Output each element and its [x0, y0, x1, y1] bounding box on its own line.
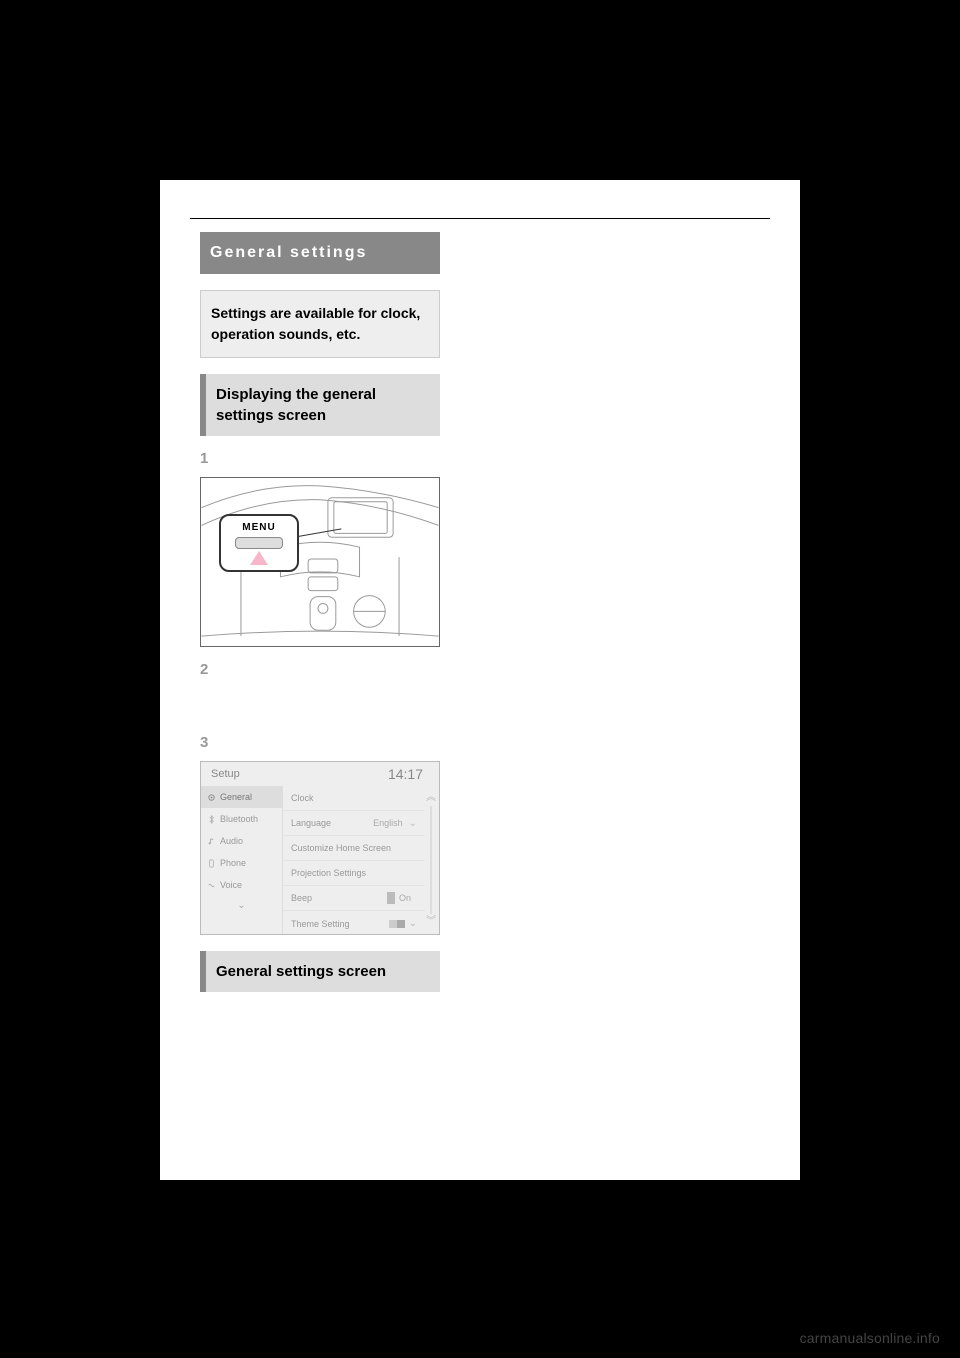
row-theme[interactable]: Theme Setting ⌄	[283, 911, 425, 936]
phone-icon	[207, 859, 216, 868]
scroll-down-icon[interactable]: ︾	[425, 916, 437, 928]
chevron-down-icon: ⌄	[237, 900, 245, 911]
sidebar-more[interactable]: ⌄	[201, 896, 282, 915]
scrollbar[interactable]: ︽ ︾	[425, 792, 437, 928]
page: General settings Settings are available …	[160, 180, 800, 1180]
subheading-displaying: Displaying the general settings screen	[200, 374, 440, 436]
setup-screen: Setup 14:17 General Bluetooth Audio Pho	[200, 761, 440, 935]
sidebar-label-phone: Phone	[220, 858, 246, 868]
setup-list: Clock Language English ⌄ Customize Home …	[283, 786, 425, 934]
step-1: 1	[200, 450, 440, 467]
row-label-beep: Beep	[291, 893, 387, 903]
step-2-number: 2	[200, 661, 212, 678]
setup-sidebar: General Bluetooth Audio Phone Voice	[201, 786, 283, 934]
intro-box: Settings are available for clock, operat…	[200, 290, 440, 358]
section-title: General settings	[200, 232, 440, 274]
menu-button-graphic	[235, 537, 283, 549]
row-value-beep: On	[399, 893, 411, 903]
beep-toggle[interactable]	[387, 892, 395, 904]
setup-screen-time: 14:17	[388, 766, 423, 782]
voice-icon	[207, 881, 216, 890]
gear-icon	[207, 793, 216, 802]
scroll-track	[430, 806, 432, 914]
sidebar-label-audio: Audio	[220, 836, 243, 846]
subheading-general-settings-screen: General settings screen	[200, 951, 440, 992]
watermark: carmanualsonline.info	[800, 1330, 940, 1346]
sidebar-item-phone[interactable]: Phone	[201, 852, 282, 874]
sidebar-item-general[interactable]: General	[201, 786, 282, 808]
step-1-number: 1	[200, 450, 212, 467]
row-label-projection: Projection Settings	[291, 868, 417, 878]
row-label-language: Language	[291, 818, 373, 828]
step-3-number: 3	[200, 734, 212, 751]
row-value-language: English	[373, 818, 403, 828]
row-clock[interactable]: Clock	[283, 786, 425, 811]
setup-screen-title: Setup	[211, 768, 240, 780]
row-label-theme: Theme Setting	[291, 919, 381, 929]
left-column: General settings Settings are available …	[200, 232, 440, 992]
sidebar-item-audio[interactable]: Audio	[201, 830, 282, 852]
sidebar-label-voice: Voice	[220, 880, 242, 890]
step-3: 3	[200, 734, 440, 751]
music-note-icon	[207, 837, 216, 846]
up-arrow-icon	[250, 551, 268, 565]
row-beep[interactable]: Beep On	[283, 886, 425, 911]
row-projection[interactable]: Projection Settings	[283, 861, 425, 886]
top-divider	[190, 218, 770, 219]
bluetooth-icon	[207, 815, 216, 824]
menu-button-label: MENU	[221, 522, 297, 533]
sidebar-label-bluetooth: Bluetooth	[220, 814, 258, 824]
sidebar-item-bluetooth[interactable]: Bluetooth	[201, 808, 282, 830]
chevron-down-icon: ⌄	[409, 918, 417, 929]
sidebar-item-voice[interactable]: Voice	[201, 874, 282, 896]
sidebar-label-general: General	[220, 792, 252, 802]
row-language[interactable]: Language English ⌄	[283, 811, 425, 836]
menu-button-callout: MENU	[219, 514, 299, 572]
scroll-up-icon[interactable]: ︽	[425, 792, 437, 804]
chevron-down-icon: ⌄	[409, 818, 417, 829]
theme-swatch	[381, 920, 405, 928]
row-customize-home[interactable]: Customize Home Screen	[283, 836, 425, 861]
row-label-clock: Clock	[291, 793, 417, 803]
dashboard-illustration: MENU	[200, 477, 440, 647]
row-label-customize: Customize Home Screen	[291, 843, 417, 853]
step-2: 2	[200, 661, 440, 678]
